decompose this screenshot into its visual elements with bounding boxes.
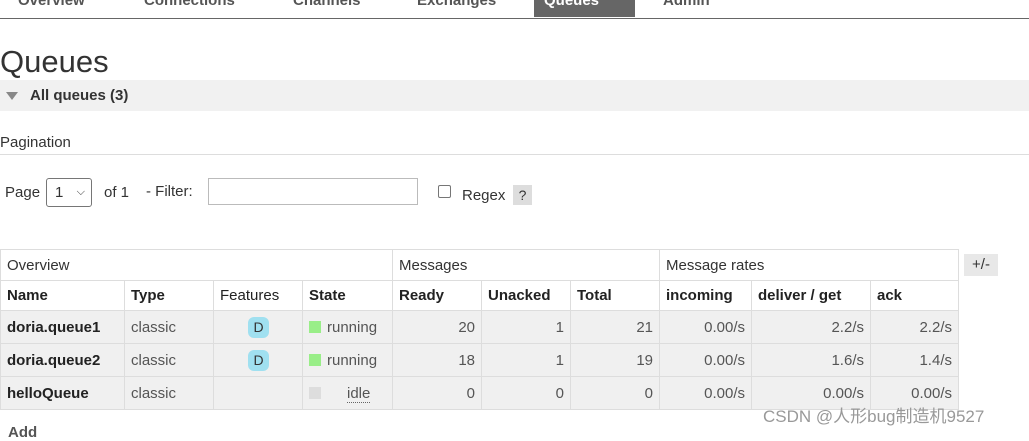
pagination-divider: [0, 154, 1029, 155]
column-header-ack[interactable]: ack: [870, 280, 959, 311]
column-header-unacked[interactable]: Unacked: [481, 280, 571, 311]
regex-label: Regex: [462, 187, 506, 204]
csdn-watermark: CSDN @人形bug制造机9527: [763, 407, 985, 426]
features-cell: D: [213, 343, 303, 377]
table-row: doria.queue1 classic D running 20 1 21 0…: [0, 310, 959, 344]
state-cell: running: [302, 343, 393, 377]
regex-checkbox[interactable]: [438, 185, 451, 198]
pagination-label: Pagination: [0, 134, 71, 151]
state-cell: running: [302, 310, 393, 344]
page-select-value: 1: [55, 184, 64, 201]
queue-name-link[interactable]: doria.queue2: [0, 343, 125, 377]
incoming-rate: 0.00/s: [659, 343, 752, 377]
page-title: Queues: [0, 44, 109, 79]
ack-rate: 1.4/s: [870, 343, 959, 377]
state-running-indicator: [309, 353, 321, 366]
features-cell: D: [213, 310, 303, 344]
queue-name-link[interactable]: doria.queue1: [0, 310, 125, 344]
page-label: Page: [5, 184, 41, 201]
column-toggle-button[interactable]: +/-: [964, 254, 998, 276]
unacked-count: 1: [481, 310, 571, 344]
column-header-deliver-get[interactable]: deliver / get: [751, 280, 871, 311]
tab-channels[interactable]: Channels: [283, 0, 371, 17]
state-cell: idle: [302, 376, 393, 410]
tab-queues[interactable]: Queues: [534, 0, 635, 17]
group-messages-header: Messages: [392, 249, 660, 281]
durable-badge: D: [248, 349, 269, 371]
ready-count: 0: [392, 376, 482, 410]
queue-type: classic: [124, 310, 214, 344]
all-queues-label: All queues (3): [30, 87, 129, 104]
top-nav-tabs: Overview Connections Channels Exchanges …: [0, 0, 1029, 19]
state-label: running: [327, 351, 378, 369]
filter-label: - Filter:: [146, 183, 193, 200]
tab-overview[interactable]: Overview: [8, 0, 95, 17]
unacked-count: 0: [481, 376, 571, 410]
column-header-ready[interactable]: Ready: [392, 280, 482, 311]
state-label: running: [327, 318, 378, 336]
queue-name-link[interactable]: helloQueue: [0, 376, 125, 410]
incoming-rate: 0.00/s: [659, 310, 752, 344]
page-select[interactable]: 1 ⌵: [46, 178, 92, 207]
group-overview-header: Overview: [0, 249, 393, 281]
unacked-count: 1: [481, 343, 571, 377]
ready-count: 18: [392, 343, 482, 377]
tab-connections[interactable]: Connections: [134, 0, 245, 17]
regex-help-button[interactable]: ?: [513, 185, 532, 205]
deliver-get-rate: 1.6/s: [751, 343, 871, 377]
queues-table: Overview Messages Message rates Name Typ…: [0, 249, 959, 410]
ready-count: 20: [392, 310, 482, 344]
column-header-state[interactable]: State: [302, 280, 393, 311]
tab-admin[interactable]: Admin: [653, 0, 720, 17]
page-count-label: of 1: [104, 184, 130, 201]
total-count: 0: [570, 376, 660, 410]
incoming-rate: 0.00/s: [659, 376, 752, 410]
state-label: idle: [347, 384, 371, 403]
filter-input[interactable]: [208, 178, 418, 205]
durable-badge: D: [248, 316, 269, 338]
features-cell: [213, 376, 303, 410]
tab-exchanges[interactable]: Exchanges: [407, 0, 506, 17]
total-count: 19: [570, 343, 660, 377]
chevron-down-icon: ⌵: [76, 186, 85, 198]
column-header-incoming[interactable]: incoming: [659, 280, 752, 311]
collapse-triangle-icon[interactable]: [6, 92, 18, 100]
group-message-rates-header: Message rates: [659, 249, 959, 281]
column-header-type[interactable]: Type: [124, 280, 214, 311]
column-header-features: Features: [213, 280, 303, 311]
queue-type: classic: [124, 343, 214, 377]
table-row: doria.queue2 classic D running 18 1 19 0…: [0, 343, 959, 377]
ack-rate: 2.2/s: [870, 310, 959, 344]
deliver-get-rate: 2.2/s: [751, 310, 871, 344]
state-running-indicator: [309, 320, 321, 333]
queue-type: classic: [124, 376, 214, 410]
all-queues-section-header[interactable]: All queues (3): [0, 80, 1029, 111]
column-header-total[interactable]: Total: [570, 280, 660, 311]
total-count: 21: [570, 310, 660, 344]
state-idle-indicator: [309, 386, 321, 399]
column-header-name[interactable]: Name: [0, 280, 125, 311]
